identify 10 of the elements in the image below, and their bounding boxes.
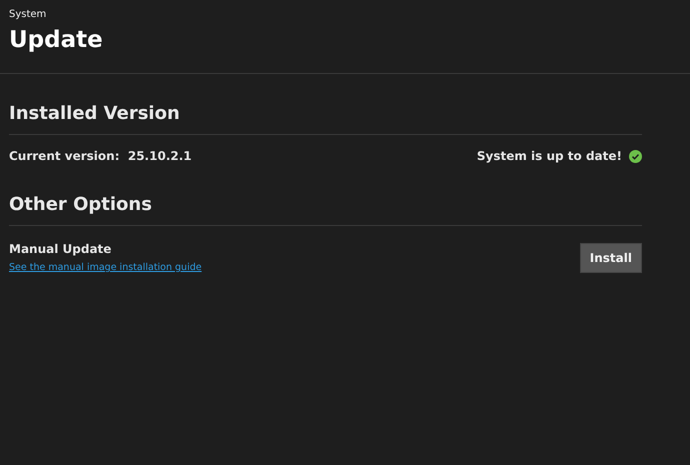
page-title: Update <box>9 26 104 55</box>
option-title: Manual Update <box>9 242 112 256</box>
version-label: Current version: 25.10.2.1 <box>9 149 192 163</box>
install-button[interactable]: Install <box>580 242 642 272</box>
check-circle-icon <box>629 150 642 162</box>
guide-link[interactable]: See the manual image installation guide <box>9 262 202 273</box>
section-heading: Installed Version <box>9 102 181 126</box>
breadcrumb: System <box>9 8 48 21</box>
status-text: System is up to date! <box>476 149 622 163</box>
section-heading: Other Options <box>9 193 153 217</box>
